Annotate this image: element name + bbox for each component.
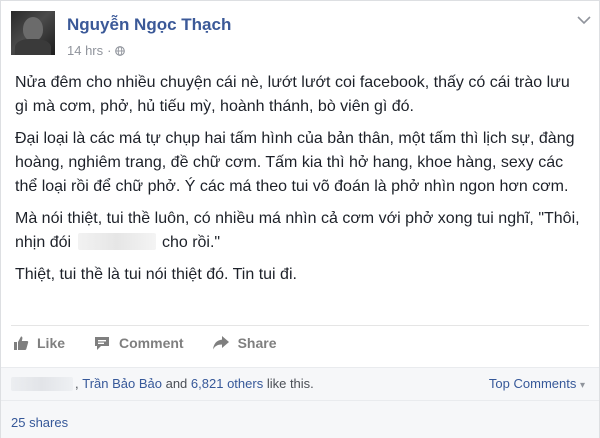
caret-down-icon: ▾ [579, 380, 585, 391]
like-button[interactable]: Like [13, 335, 65, 351]
share-icon [212, 336, 229, 350]
share-label: Share [237, 335, 277, 351]
paragraph-text: cho rồi." [161, 234, 221, 251]
likes-comma: , [75, 376, 83, 391]
redacted-text [77, 233, 156, 250]
post-card: Nguyễn Ngọc Thạch 14 hrs · Nửa đêm cho n… [0, 0, 600, 438]
author-name[interactable]: Nguyễn Ngọc Thạch [67, 15, 231, 35]
action-bar: Like Comment Share [13, 335, 277, 351]
others-link[interactable]: 6,821 others [191, 376, 263, 391]
likes-text: , Trần Bảo Bảo and 6,821 others like thi… [11, 376, 314, 391]
thumbs-up-icon [14, 336, 29, 350]
post-paragraph: Thiệt, tui thề là tui nói thiệt đó. Tin … [15, 266, 297, 283]
post-meta: 14 hrs · [67, 43, 126, 58]
post-paragraph: Mà nói thiệt, tui thề luôn, có nhiều má … [15, 207, 585, 255]
share-button[interactable]: Share [212, 335, 277, 351]
meta-separator: · [107, 43, 112, 58]
post-body: Nửa đêm cho nhiều chuyện cái nè, lướt lư… [15, 71, 585, 293]
comment-label: Comment [119, 335, 184, 351]
redacted-name [11, 376, 73, 391]
post-paragraph: Đại loại là các má tự chụp hai tấm hình … [15, 130, 575, 195]
chevron-down-icon[interactable] [577, 15, 591, 25]
avatar[interactable] [11, 11, 55, 55]
likes-summary: , Trần Bảo Bảo and 6,821 others like thi… [1, 367, 599, 400]
comment-icon [95, 337, 110, 350]
top-comments-dropdown[interactable]: Top Comments ▾ [489, 376, 585, 391]
shares-summary: 25 shares [1, 400, 599, 438]
post-time[interactable]: 14 hrs [67, 43, 103, 58]
avatar-body [15, 39, 51, 55]
post-paragraph: Nửa đêm cho nhiều chuyện cái nè, lướt lư… [15, 74, 570, 115]
top-comments-label: Top Comments [488, 376, 577, 391]
divider [11, 325, 589, 326]
comment-button[interactable]: Comment [93, 335, 184, 351]
liker-name-link[interactable]: Trần Bảo Bảo [82, 376, 162, 391]
avatar-face [23, 17, 43, 41]
like-label: Like [37, 335, 66, 351]
likes-suffix: like this. [266, 376, 314, 391]
globe-icon[interactable] [115, 45, 126, 56]
shares-link[interactable]: 25 shares [11, 415, 68, 430]
likes-and: and [165, 376, 188, 391]
